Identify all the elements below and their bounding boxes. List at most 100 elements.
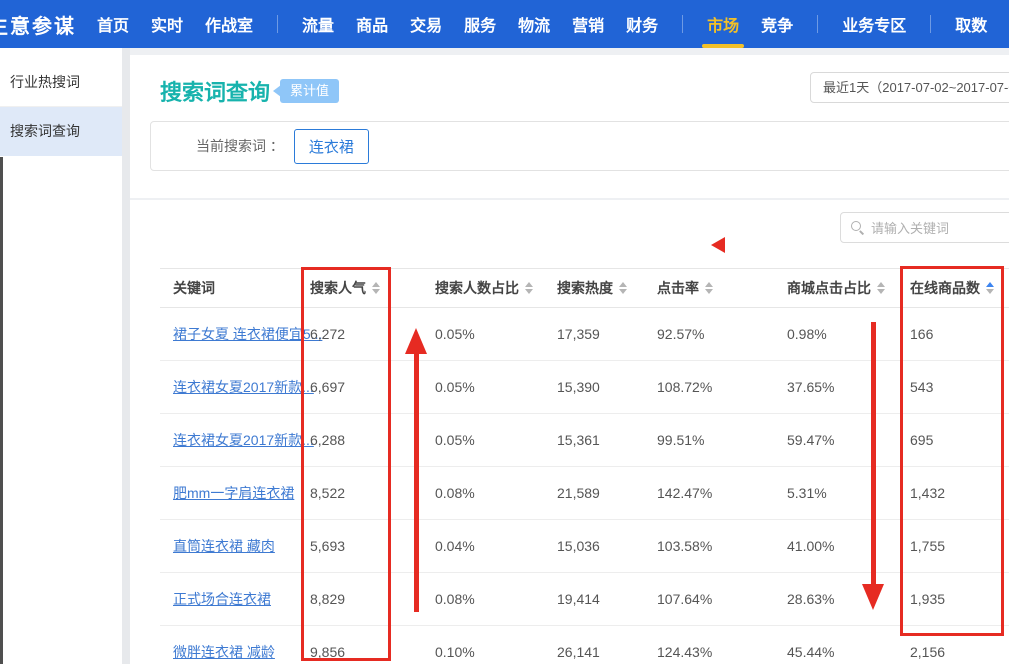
keyword-link[interactable]: 连衣裙女夏2017新款... <box>173 379 314 395</box>
sidebar: 行业热搜词 搜索词查询 <box>0 48 122 664</box>
cell-online-products: 166 <box>910 326 1009 342</box>
cell-searcher-ratio: 0.04% <box>435 538 557 554</box>
nav-item-home[interactable]: 首页 <box>86 0 140 48</box>
cell-ctr: 103.58% <box>657 538 787 554</box>
cell-mall-click-ratio: 45.44% <box>787 644 910 660</box>
cell-ctr: 107.64% <box>657 591 787 607</box>
cell-search-popularity: 9,856 <box>310 644 435 660</box>
cell-ctr: 142.47% <box>657 485 787 501</box>
column-header-search-popularity[interactable]: 搜索人气 <box>310 278 435 298</box>
page-title: 搜索词查询 <box>160 75 270 107</box>
cell-online-products: 695 <box>910 432 1009 448</box>
nav-item-market[interactable]: 市场 <box>696 0 750 48</box>
cell-search-popularity: 8,522 <box>310 485 435 501</box>
cell-search-popularity: 8,829 <box>310 591 435 607</box>
sort-icon-active-asc[interactable] <box>986 282 994 294</box>
cell-ctr: 108.72% <box>657 379 787 395</box>
header-card: 搜索词查询 累计值 最近1天（2017-07-02~2017-07-02 当前搜… <box>130 55 1009 198</box>
nav-divider <box>682 15 683 33</box>
nav-divider <box>817 15 818 33</box>
column-header-searcher-ratio[interactable]: 搜索人数占比 <box>435 278 557 298</box>
cell-mall-click-ratio: 5.31% <box>787 485 910 501</box>
table-body: 裙子女夏 连衣裙便宜5... 6,272 0.05% 17,359 92.57%… <box>160 308 1009 664</box>
left-scrollbar[interactable] <box>0 157 3 664</box>
sort-icon[interactable] <box>619 282 627 294</box>
table-row: 连衣裙女夏2017新款... 6,288 0.05% 15,361 99.51%… <box>160 414 1009 467</box>
table-row: 正式场合连衣裙 8,829 0.08% 19,414 107.64% 28.63… <box>160 573 1009 626</box>
top-nav: 生意参谋 首页 实时 作战室 流量 商品 交易 服务 物流 营销 财务 市场 竞… <box>0 0 1009 48</box>
nav-item-business-zone[interactable]: 业务专区 <box>831 0 917 48</box>
table-row: 连衣裙女夏2017新款... 6,697 0.05% 15,390 108.72… <box>160 361 1009 414</box>
nav-item-marketing[interactable]: 营销 <box>561 0 615 48</box>
sidebar-item-industry-hot-words[interactable]: 行业热搜词 <box>0 58 122 107</box>
search-placeholder: 请输入关键词 <box>871 218 949 237</box>
keyword-search-input[interactable]: 请输入关键词 <box>840 212 1009 243</box>
cell-searcher-ratio: 0.08% <box>435 485 557 501</box>
nav-item-products[interactable]: 商品 <box>345 0 399 48</box>
keyword-link[interactable]: 直筒连衣裙 藏肉 <box>173 538 275 554</box>
cell-online-products: 1,935 <box>910 591 1009 607</box>
cell-search-popularity: 6,697 <box>310 379 435 395</box>
sidebar-item-search-word-query[interactable]: 搜索词查询 <box>0 107 122 156</box>
column-header-ctr[interactable]: 点击率 <box>657 278 787 298</box>
current-keyword-button[interactable]: 连衣裙 <box>294 129 369 164</box>
cell-search-heat: 17,359 <box>557 326 657 342</box>
keyword-link[interactable]: 连衣裙女夏2017新款... <box>173 432 314 448</box>
cell-search-heat: 21,589 <box>557 485 657 501</box>
sort-icon[interactable] <box>877 282 885 294</box>
table-card: 请输入关键词 关键词 搜索人气 搜索人数占比 <box>130 200 1009 664</box>
nav-item-war-room[interactable]: 作战室 <box>194 0 264 48</box>
sidebar-divider <box>122 48 130 664</box>
cell-ctr: 99.51% <box>657 432 787 448</box>
cell-mall-click-ratio: 28.63% <box>787 591 910 607</box>
column-header-mall-click-ratio[interactable]: 商城点击占比 <box>787 278 910 298</box>
nav-item-competition[interactable]: 竞争 <box>750 0 804 48</box>
table-header-row: 关键词 搜索人气 搜索人数占比 搜索热度 <box>160 268 1009 308</box>
nav-item-trade[interactable]: 交易 <box>399 0 453 48</box>
cell-search-heat: 15,390 <box>557 379 657 395</box>
nav-item-data-extract[interactable]: 取数 <box>944 0 998 48</box>
cell-search-heat: 15,036 <box>557 538 657 554</box>
cell-mall-click-ratio: 59.47% <box>787 432 910 448</box>
cell-online-products: 1,432 <box>910 485 1009 501</box>
nav-item-finance[interactable]: 财务 <box>615 0 669 48</box>
cell-ctr: 92.57% <box>657 326 787 342</box>
cell-mall-click-ratio: 37.65% <box>787 379 910 395</box>
keyword-link[interactable]: 微胖连衣裙 减龄 <box>173 644 275 660</box>
cell-searcher-ratio: 0.05% <box>435 326 557 342</box>
cell-searcher-ratio: 0.08% <box>435 591 557 607</box>
column-header-online-products[interactable]: 在线商品数 <box>910 278 1009 298</box>
keyword-link[interactable]: 裙子女夏 连衣裙便宜5... <box>173 326 322 342</box>
column-header-search-heat[interactable]: 搜索热度 <box>557 278 657 298</box>
cell-online-products: 1,755 <box>910 538 1009 554</box>
current-search-word-panel: 当前搜索词 ： 连衣裙 <box>150 121 1009 171</box>
cell-searcher-ratio: 0.05% <box>435 432 557 448</box>
sort-icon[interactable] <box>705 282 713 294</box>
nav-divider <box>930 15 931 33</box>
cumulative-value-badge: 累计值 <box>280 79 339 103</box>
date-range-selector[interactable]: 最近1天（2017-07-02~2017-07-02 <box>810 72 1009 103</box>
nav-item-logistics[interactable]: 物流 <box>507 0 561 48</box>
nav-item-realtime[interactable]: 实时 <box>140 0 194 48</box>
cell-online-products: 2,156 <box>910 644 1009 660</box>
nav-menu: 首页 实时 作战室 流量 商品 交易 服务 物流 营销 财务 市场 竞争 业务专… <box>86 0 998 48</box>
cell-ctr: 124.43% <box>657 644 787 660</box>
cell-search-heat: 15,361 <box>557 432 657 448</box>
app-window: 生意参谋 首页 实时 作战室 流量 商品 交易 服务 物流 营销 财务 市场 竞… <box>0 0 1009 664</box>
keywords-table: 关键词 搜索人气 搜索人数占比 搜索热度 <box>160 268 1009 664</box>
keyword-link[interactable]: 正式场合连衣裙 <box>173 591 271 607</box>
nav-item-traffic[interactable]: 流量 <box>291 0 345 48</box>
sort-icon[interactable] <box>372 282 380 294</box>
current-search-word-label: 当前搜索词 ： <box>196 136 284 156</box>
cell-search-heat: 26,141 <box>557 644 657 660</box>
cell-searcher-ratio: 0.10% <box>435 644 557 660</box>
sort-icon[interactable] <box>525 282 533 294</box>
page-body: 行业热搜词 搜索词查询 搜索词查询 累计值 最近1天（2017-07-02~20… <box>0 48 1009 664</box>
table-row: 裙子女夏 连衣裙便宜5... 6,272 0.05% 17,359 92.57%… <box>160 308 1009 361</box>
cell-mall-click-ratio: 41.00% <box>787 538 910 554</box>
keyword-link[interactable]: 肥mm一字肩连衣裙 <box>173 485 294 501</box>
column-header-keyword: 关键词 <box>160 278 310 298</box>
nav-item-service[interactable]: 服务 <box>453 0 507 48</box>
cell-search-popularity: 6,288 <box>310 432 435 448</box>
table-row: 微胖连衣裙 减龄 9,856 0.10% 26,141 124.43% 45.4… <box>160 626 1009 664</box>
